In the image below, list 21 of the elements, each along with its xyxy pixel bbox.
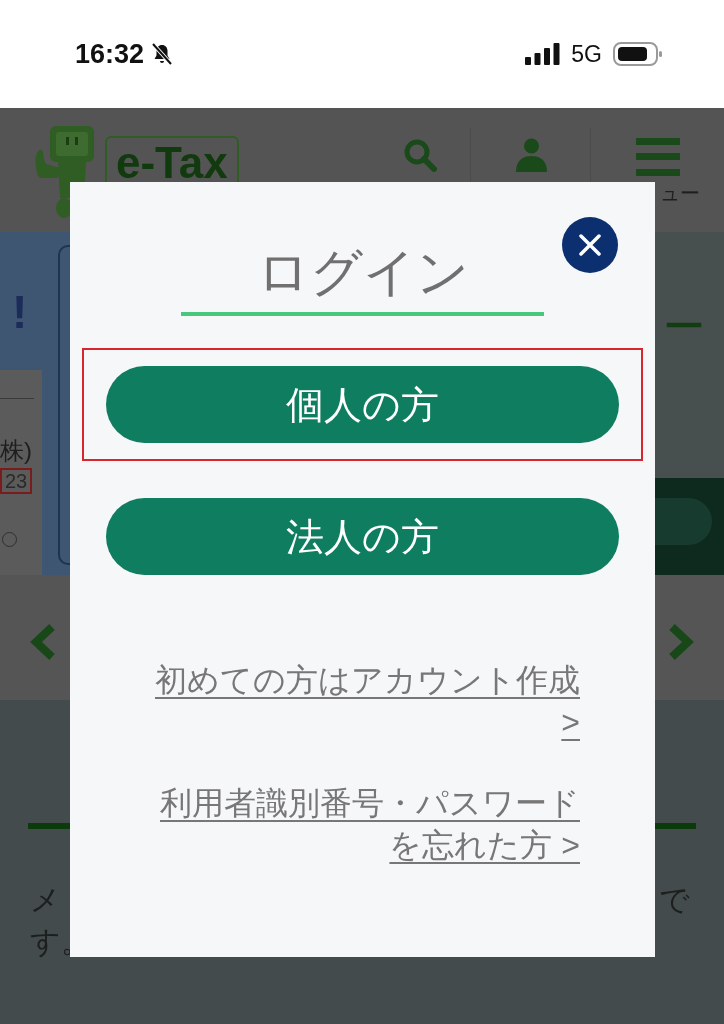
close-icon <box>579 234 601 256</box>
chevron-left-icon[interactable] <box>30 622 56 661</box>
bell-slash-icon <box>150 42 175 66</box>
search-icon[interactable] <box>403 138 437 172</box>
login-button[interactable]: 個人の方 <box>106 366 619 443</box>
dialog-title: ログイン <box>256 244 469 300</box>
forgot-password-link[interactable]: 利用者識別番号・パスワードを忘れた方 > <box>140 782 580 866</box>
close-button[interactable] <box>562 217 618 273</box>
banner-headline: ! <box>12 287 29 337</box>
battery-icon <box>613 42 663 66</box>
login-button[interactable]: 法人の方 <box>106 498 619 575</box>
network-label: 5G <box>571 40 602 68</box>
signup-link[interactable]: 初めての方はアカウント作成 > <box>140 659 580 743</box>
promo-text: ー <box>663 304 705 350</box>
promo-button[interactable] <box>655 498 712 545</box>
chevron-right-icon[interactable] <box>668 622 694 661</box>
company-name: 株) <box>0 437 32 465</box>
signal-icon <box>525 43 561 65</box>
menu-icon[interactable] <box>636 138 680 176</box>
person-icon[interactable] <box>515 138 548 172</box>
status-time: 16:32 <box>75 38 145 70</box>
